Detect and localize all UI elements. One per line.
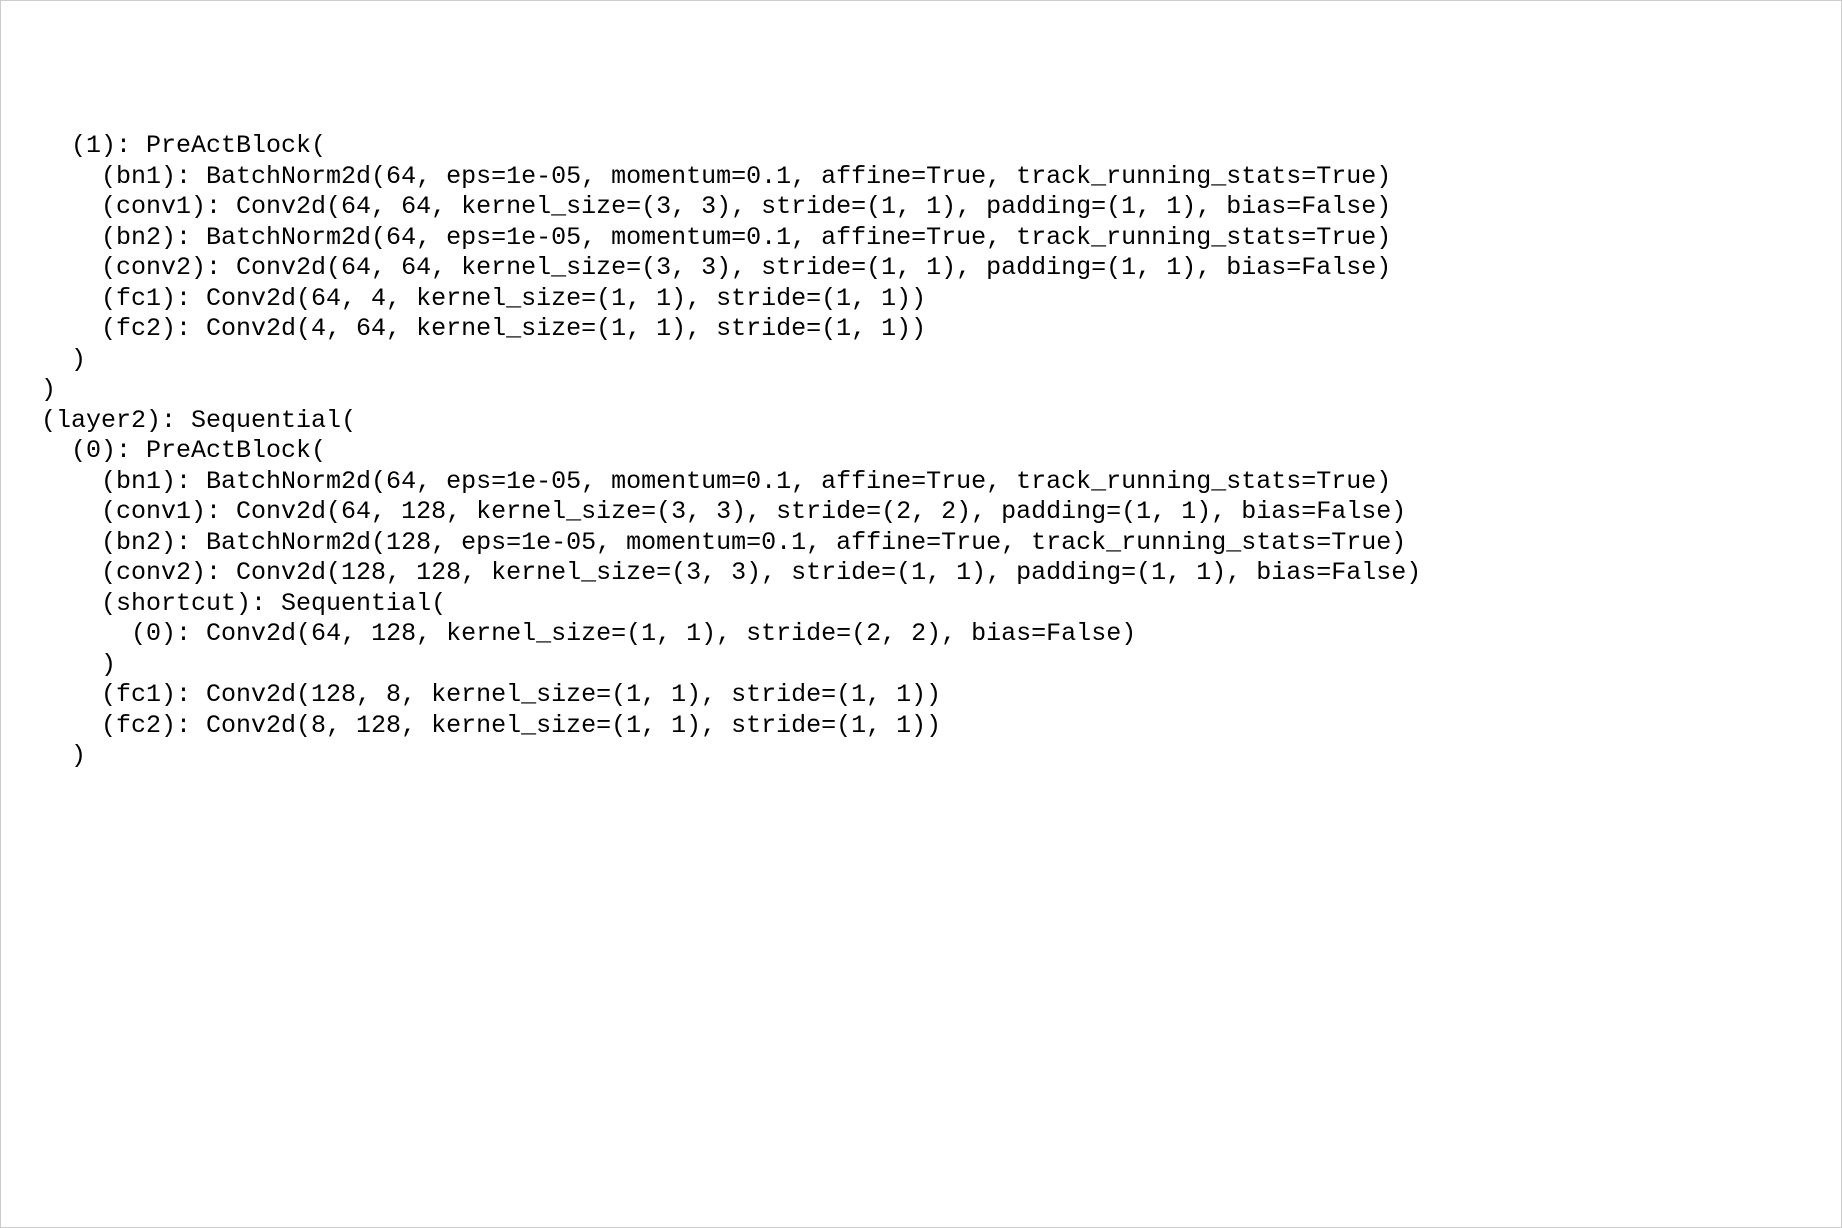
model-architecture-output: (1): PreActBlock( (bn1): BatchNorm2d(64,… [11,131,1831,772]
